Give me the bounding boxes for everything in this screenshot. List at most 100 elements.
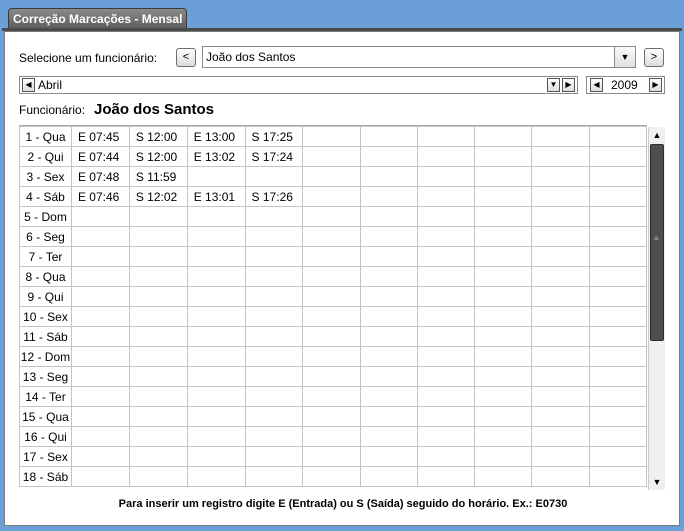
punch-cell[interactable]: E 07:48 xyxy=(70,166,130,187)
punch-cell[interactable] xyxy=(70,206,130,227)
punch-cell[interactable] xyxy=(531,226,590,247)
punch-cell[interactable] xyxy=(588,266,647,287)
punch-cell[interactable] xyxy=(531,446,590,467)
punch-cell[interactable] xyxy=(302,206,361,227)
punch-cell[interactable]: E 07:45 xyxy=(70,126,130,147)
punch-cell[interactable] xyxy=(531,326,590,347)
punch-cell[interactable] xyxy=(244,386,304,407)
punch-cell[interactable]: S 17:24 xyxy=(244,146,304,167)
punch-cell[interactable] xyxy=(359,266,418,287)
month-previous-icon[interactable]: ◀ xyxy=(22,78,35,92)
punch-cell[interactable] xyxy=(588,466,647,487)
punch-cell[interactable] xyxy=(588,146,647,167)
punch-cell[interactable] xyxy=(416,246,476,267)
punch-cell[interactable] xyxy=(531,166,590,187)
punch-cell[interactable] xyxy=(531,266,590,287)
punch-cell[interactable] xyxy=(474,126,533,147)
punch-cell[interactable] xyxy=(416,446,476,467)
punch-cell[interactable] xyxy=(302,346,361,367)
punch-cell[interactable] xyxy=(244,406,304,427)
punch-cell[interactable] xyxy=(359,386,418,407)
punch-cell[interactable] xyxy=(70,226,130,247)
punch-cell[interactable] xyxy=(359,226,418,247)
punch-cell[interactable] xyxy=(416,326,476,347)
punch-cell[interactable] xyxy=(244,306,304,327)
punch-cell[interactable] xyxy=(474,286,533,307)
punch-cell[interactable] xyxy=(302,186,361,207)
punch-cell[interactable] xyxy=(359,306,418,327)
punch-cell[interactable] xyxy=(531,406,590,427)
punch-cell[interactable] xyxy=(128,326,188,347)
punch-cell[interactable] xyxy=(474,246,533,267)
punch-cell[interactable] xyxy=(244,446,304,467)
punch-cell[interactable] xyxy=(359,206,418,227)
punch-cell[interactable] xyxy=(302,306,361,327)
punch-cell[interactable]: S 12:02 xyxy=(128,186,188,207)
punch-cell[interactable] xyxy=(244,266,304,287)
punch-cell[interactable] xyxy=(588,426,647,447)
punch-cell[interactable] xyxy=(588,366,647,387)
arrow-down-icon[interactable]: ▼ xyxy=(649,474,665,490)
punch-cell[interactable] xyxy=(531,306,590,327)
punch-cell[interactable] xyxy=(474,406,533,427)
punch-cell[interactable] xyxy=(302,286,361,307)
punch-cell[interactable] xyxy=(302,386,361,407)
punch-cell[interactable] xyxy=(359,366,418,387)
punch-cell[interactable] xyxy=(531,186,590,207)
punch-cell[interactable] xyxy=(70,446,130,467)
punch-cell[interactable] xyxy=(588,406,647,427)
punch-cell[interactable] xyxy=(359,286,418,307)
punch-cell[interactable] xyxy=(416,226,476,247)
punch-cell[interactable] xyxy=(474,426,533,447)
grid-scrollbar[interactable]: ▲ ≡ ▼ xyxy=(648,127,665,490)
punch-cell[interactable] xyxy=(474,446,533,467)
punch-cell[interactable]: S 12:00 xyxy=(128,126,188,147)
punch-cell[interactable] xyxy=(70,426,130,447)
month-next-icon[interactable]: ▶ xyxy=(562,78,575,92)
punch-cell[interactable] xyxy=(588,126,647,147)
punch-cell[interactable] xyxy=(416,426,476,447)
punch-cell[interactable] xyxy=(128,246,188,267)
punch-cell[interactable]: E 13:02 xyxy=(186,146,246,167)
punch-cell[interactable] xyxy=(359,466,418,487)
punch-cell[interactable] xyxy=(416,306,476,327)
punch-cell[interactable] xyxy=(359,246,418,267)
punch-cell[interactable] xyxy=(244,286,304,307)
punch-cell[interactable] xyxy=(244,206,304,227)
punch-cell[interactable] xyxy=(474,366,533,387)
punch-cell[interactable] xyxy=(70,386,130,407)
punch-cell[interactable] xyxy=(70,366,130,387)
punch-cell[interactable] xyxy=(70,406,130,427)
punch-cell[interactable] xyxy=(588,186,647,207)
punch-cell[interactable] xyxy=(186,466,246,487)
punch-cell[interactable] xyxy=(244,166,304,187)
punch-cell[interactable] xyxy=(474,346,533,367)
punch-cell[interactable] xyxy=(531,286,590,307)
punch-cell[interactable] xyxy=(416,386,476,407)
punch-cell[interactable] xyxy=(359,126,418,147)
punch-cell[interactable] xyxy=(128,446,188,467)
punch-cell[interactable] xyxy=(186,206,246,227)
punch-cell[interactable]: E 13:00 xyxy=(186,126,246,147)
chevron-down-icon[interactable]: ▼ xyxy=(614,47,635,67)
arrow-up-icon[interactable]: ▲ xyxy=(649,127,665,143)
punch-cell[interactable] xyxy=(588,286,647,307)
punch-cell[interactable] xyxy=(474,166,533,187)
punch-cell[interactable] xyxy=(474,226,533,247)
punch-cell[interactable] xyxy=(416,286,476,307)
punch-cell[interactable]: E 13:01 xyxy=(186,186,246,207)
previous-employee-button[interactable]: < xyxy=(176,48,196,67)
punch-cell[interactable] xyxy=(302,166,361,187)
punch-cell[interactable] xyxy=(128,206,188,227)
punch-cell[interactable] xyxy=(474,326,533,347)
punch-cell[interactable] xyxy=(359,346,418,367)
punch-cell[interactable] xyxy=(588,446,647,467)
punch-cell[interactable] xyxy=(531,426,590,447)
punch-cell[interactable] xyxy=(474,186,533,207)
punch-cell[interactable]: S 11:59 xyxy=(128,166,188,187)
punch-cell[interactable] xyxy=(128,406,188,427)
punch-cell[interactable] xyxy=(474,306,533,327)
punch-cell[interactable] xyxy=(531,346,590,367)
punch-cell[interactable] xyxy=(302,406,361,427)
punch-cell[interactable] xyxy=(531,206,590,227)
